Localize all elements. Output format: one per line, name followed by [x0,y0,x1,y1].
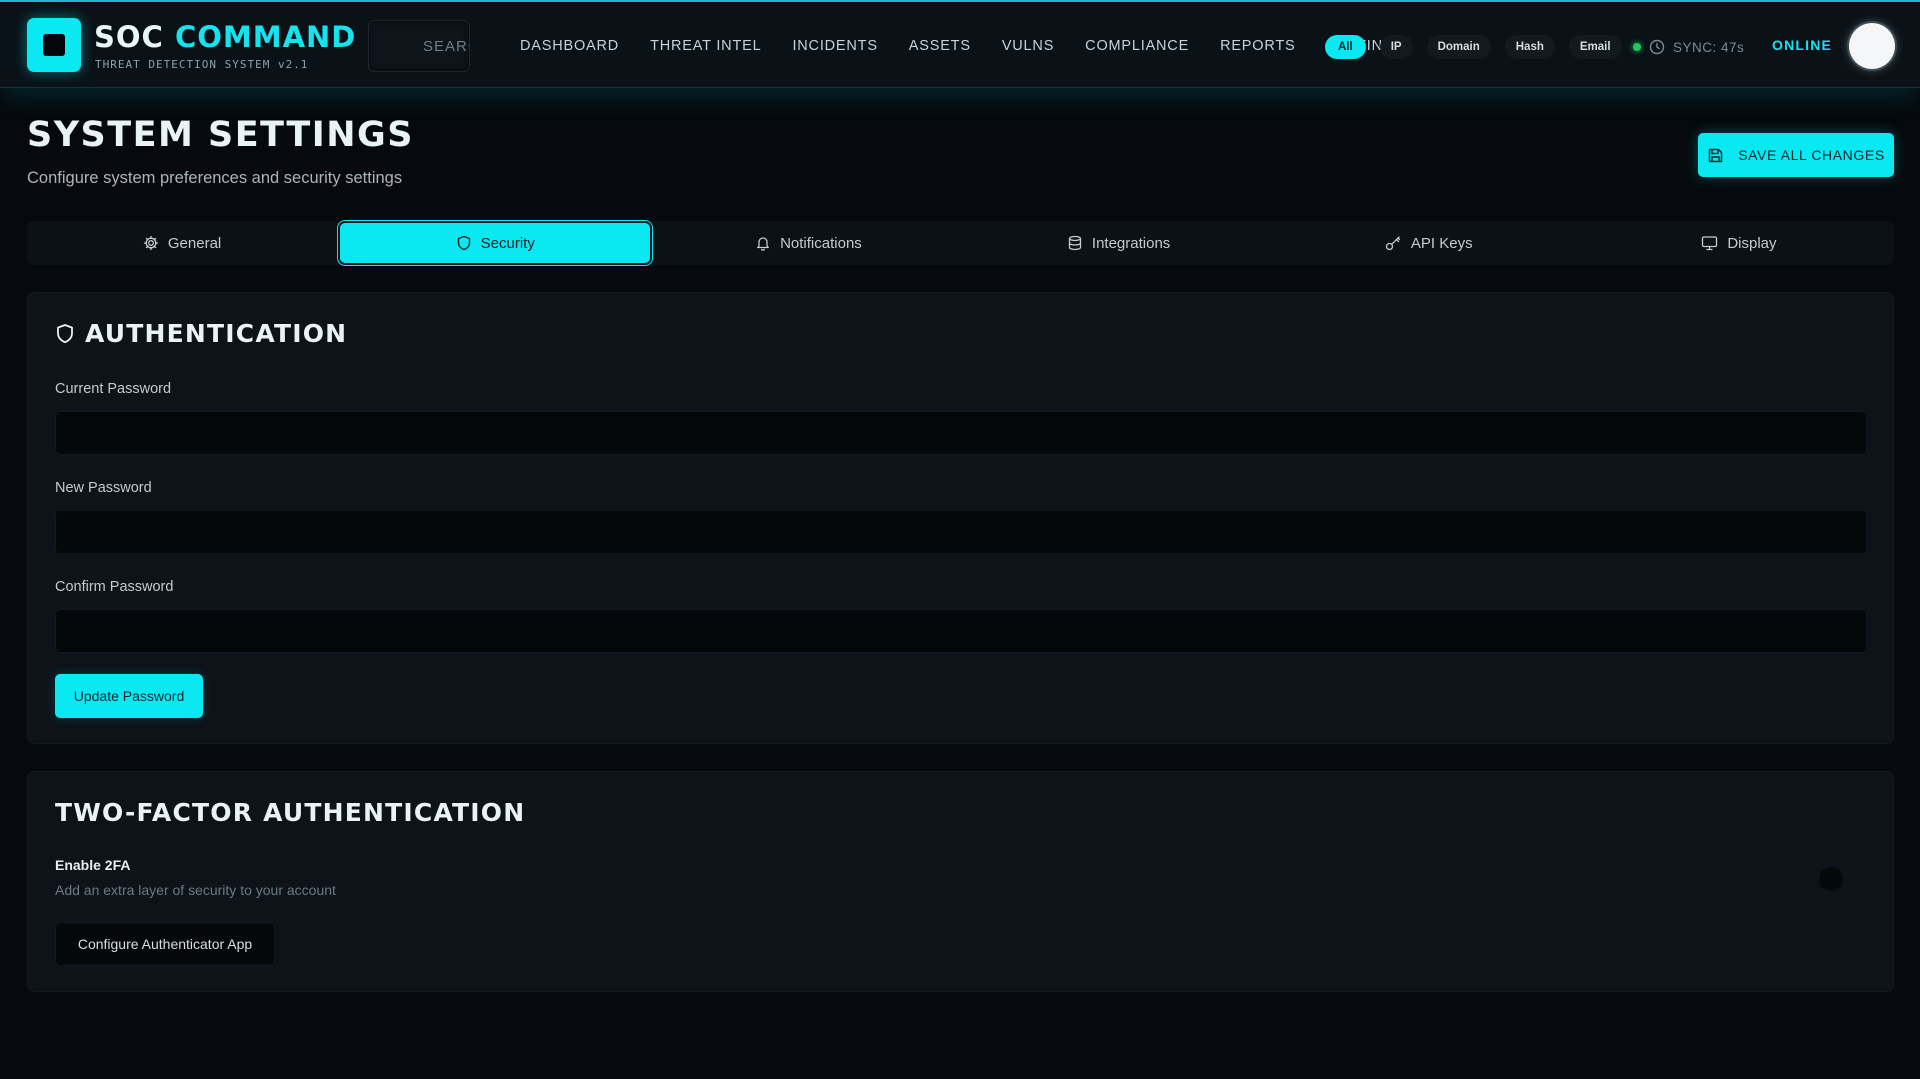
nav-item-reports[interactable]: REPORTS [1220,38,1295,54]
online-status: ONLINE [1772,37,1833,53]
two-factor-card: TWO-FACTOR AUTHENTICATION Enable 2FA Add… [27,771,1894,992]
page-title: SYSTEM SETTINGS [27,115,414,155]
tab-label-general: General [167,234,222,252]
brand-title: SOC COMMAND [94,20,356,54]
tab-notifications[interactable]: Notifications [653,221,963,265]
nav-item-vulns[interactable]: VULNS [1002,38,1054,54]
search-input[interactable] [369,21,469,71]
enable-2fa-label: Enable 2FA [55,857,131,873]
confirm-password-label: Confirm Password [55,579,174,595]
current-password-label: Current Password [55,381,172,397]
nav-item-assets[interactable]: ASSETS [909,38,971,54]
sync-status: SYNC: 47s [1633,36,1744,58]
new-password-field[interactable] [55,510,1867,554]
bell-icon [755,235,771,251]
authentication-heading: AUTHENTICATION [55,319,347,348]
tab-label-api-keys: API Keys [1410,234,1473,252]
tab-api-keys[interactable]: API Keys [1274,221,1584,265]
sync-timer: SYNC: 47s [1673,39,1745,55]
save-icon [1707,147,1724,164]
tab-security[interactable]: Security [340,223,651,263]
save-all-changes-label: SAVE ALL CHANGES [1738,147,1885,163]
filter-chip-all[interactable]: All [1325,35,1366,59]
page-subtitle: Configure system preferences and securit… [27,169,403,187]
settings-tabs: General Security Notifications Integrati… [27,221,1894,265]
tab-label-integrations: Integrations [1091,234,1171,252]
nav-item-incidents[interactable]: INCIDENTS [792,38,877,54]
search-type-filters: All IP Domain Hash Email [1325,35,1622,59]
authentication-title: AUTHENTICATION [85,319,348,348]
app-logo[interactable] [27,18,81,72]
monitor-icon [1701,235,1718,251]
tab-integrations[interactable]: Integrations [964,221,1274,265]
user-avatar[interactable] [1849,23,1895,69]
filter-chip-ip[interactable]: IP [1379,35,1413,59]
filter-chip-domain[interactable]: Domain [1426,35,1491,59]
two-factor-title: TWO-FACTOR AUTHENTICATION [55,798,526,827]
search-box [368,20,470,72]
confirm-password-field[interactable] [55,609,1867,653]
key-icon [1385,235,1402,251]
tab-label-security: Security [480,234,535,252]
brand-title-accent: COMMAND [174,20,357,54]
configure-authenticator-button[interactable]: Configure Authenticator App [55,922,275,966]
tab-display[interactable]: Display [1584,221,1894,265]
main-nav: DASHBOARD THREAT INTEL INCIDENTS ASSETS … [520,2,1436,90]
shield-icon [55,323,75,345]
enable-2fa-toggle[interactable] [1819,867,1843,891]
status-dot [1633,43,1641,51]
nav-item-threat-intel[interactable]: THREAT INTEL [650,38,761,54]
tab-label-display: Display [1727,234,1777,252]
tab-label-notifications: Notifications [780,234,862,252]
current-password-field[interactable] [55,411,1867,455]
brand-subtitle: THREAT DETECTION SYSTEM v2.1 [95,58,309,71]
nav-item-compliance[interactable]: COMPLIANCE [1085,38,1189,54]
gear-icon [143,235,159,251]
clock-icon [1649,39,1665,55]
tab-general[interactable]: General [27,221,337,265]
enable-2fa-description: Add an extra layer of security to your a… [55,882,336,898]
save-all-changes-button[interactable]: SAVE ALL CHANGES [1698,133,1894,177]
authentication-card: AUTHENTICATION Current Password New Pass… [27,292,1894,744]
update-password-button[interactable]: Update Password [55,674,203,718]
new-password-label: New Password [55,480,152,496]
brand-title-primary: SOC [94,20,164,54]
database-icon [1067,235,1083,251]
nav-item-dashboard[interactable]: DASHBOARD [520,38,619,54]
shield-icon [456,235,472,251]
filter-chip-hash[interactable]: Hash [1504,35,1555,59]
filter-chip-email[interactable]: Email [1568,35,1622,59]
top-navigation-bar: SOC COMMAND THREAT DETECTION SYSTEM v2.1… [0,0,1920,88]
